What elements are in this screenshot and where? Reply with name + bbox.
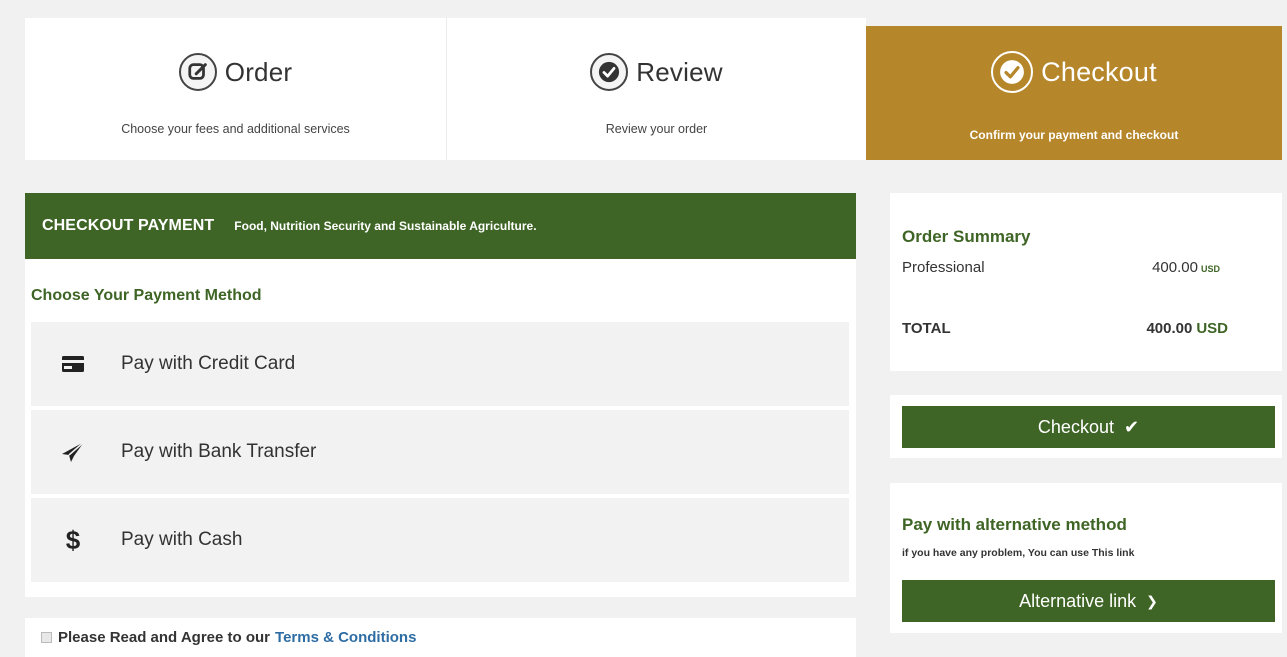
payment-method-bank-transfer[interactable]: Pay with Bank Transfer [31,410,849,494]
step-order-head: Order [178,48,293,96]
dollar-icon: $ [65,524,81,555]
summary-total-price: 400.00 USD [1146,320,1228,337]
check-circle-icon [991,51,1034,93]
alternative-link-button[interactable]: Alternative link ❯ [902,580,1275,622]
step-checkout-head: Checkout [991,48,1157,96]
credit-card-icon [55,356,91,372]
alternative-link-label: Alternative link [1019,590,1137,611]
step-review-subtitle: Review your order [605,122,708,136]
summary-item-currency: USD [1200,264,1220,274]
terms-row: Please Read and Agree to our Terms & Con… [25,618,856,657]
choose-payment-label: Choose Your Payment Method [31,287,262,304]
checkmark-icon: ✔ [1123,416,1140,437]
payment-header: CHECKOUT PAYMENT Food, Nutrition Securit… [25,193,856,259]
payment-method-label: Pay with Credit Card [121,353,296,374]
alternative-method-box: Pay with alternative method if you have … [890,483,1282,633]
payment-method-label: Pay with Cash [121,529,243,550]
step-review-head: Review [590,48,723,96]
step-checkout-subtitle: Confirm your payment and checkout [969,128,1179,142]
payment-panel: CHECKOUT PAYMENT Food, Nutrition Securit… [25,193,856,597]
checkout-button[interactable]: Checkout ✔ [902,406,1275,448]
step-checkout-title: Checkout [1041,56,1157,87]
checkout-button-label: Checkout [1037,416,1114,437]
step-order[interactable]: Order Choose your fees and additional se… [25,18,447,160]
step-order-title: Order [224,56,293,87]
summary-total-currency: USD [1196,320,1228,337]
summary-item-price: 400.00 USD [1152,259,1220,276]
order-summary: Order Summary Professional 400.00 USD TOT… [890,193,1282,371]
terms-checkbox[interactable] [41,632,52,643]
step-review-title: Review [636,56,723,87]
alternative-method-subtitle: if you have any problem, You can use Thi… [902,547,1135,559]
paper-plane-icon [55,441,91,463]
payment-header-subtitle: Food, Nutrition Security and Sustainable… [234,219,537,233]
terms-text: Please Read and Agree to our [58,629,271,646]
summary-item-name: Professional [902,259,985,276]
payment-method-label: Pay with Bank Transfer [121,441,317,462]
checkout-box: Checkout ✔ [890,395,1282,458]
terms-link[interactable]: Terms & Conditions [275,629,416,646]
alternative-method-title: Pay with alternative method [902,515,1127,534]
edit-icon [178,53,217,91]
step-checkout[interactable]: Checkout Confirm your payment and checko… [866,26,1282,160]
checkout-steps: Order Choose your fees and additional se… [25,18,1282,160]
summary-total-row: TOTAL 400.00 USD [902,320,1270,337]
payment-header-title: CHECKOUT PAYMENT [42,217,215,234]
step-order-subtitle: Choose your fees and additional services [121,122,350,136]
payment-method-cash[interactable]: $ Pay with Cash [31,498,849,582]
payment-method-credit-card[interactable]: Pay with Credit Card [31,322,849,406]
summary-total-amount: 400.00 [1146,320,1193,337]
chevron-right-icon: ❯ [1146,592,1158,609]
check-circle-icon [590,53,629,91]
payment-methods: Pay with Credit Card Pay with Bank Trans… [25,322,856,582]
summary-item-row: Professional 400.00 USD [902,259,1270,276]
summary-total-label: TOTAL [902,320,951,337]
order-summary-title: Order Summary [902,227,1031,246]
step-review[interactable]: Review Review your order [447,18,866,160]
summary-item-amount: 400.00 [1152,259,1198,276]
